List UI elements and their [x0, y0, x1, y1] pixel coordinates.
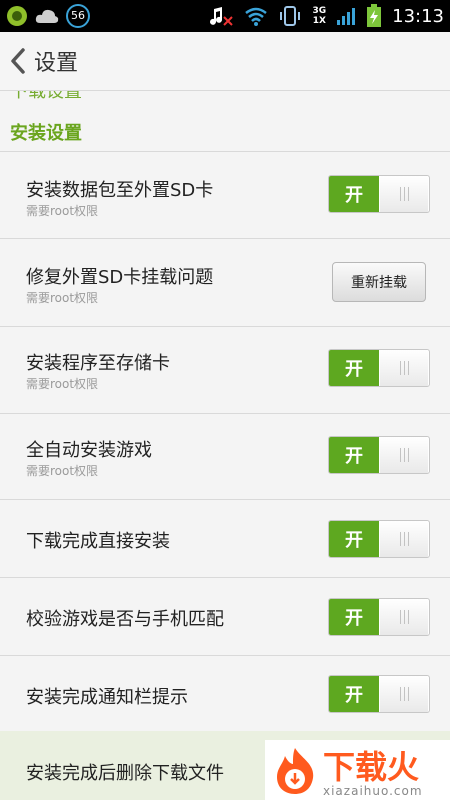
toggle-switch[interactable]: 开 [328, 175, 430, 213]
setting-label: 安装完成后删除下载文件 [26, 763, 224, 784]
setting-label: 安装完成通知栏提示 [26, 687, 188, 708]
status-bar: 56 3G 1X 13:13 [0, 0, 450, 32]
setting-sublabel: 需要root权限 [26, 464, 99, 478]
setting-sublabel: 需要root权限 [26, 204, 99, 218]
wifi-icon [245, 7, 268, 26]
title-bar: 设置 [0, 32, 450, 91]
watermark-brand: 下载火 [323, 748, 420, 786]
toggle-on-label: 开 [329, 350, 379, 386]
network-indicator: 3G 1X [312, 6, 327, 26]
setting-label: 校验游戏是否与手机匹配 [26, 609, 224, 630]
watermark-url: xiazaihuo.com [323, 784, 423, 798]
setting-label: 修复外置SD卡挂载问题 [26, 267, 214, 288]
setting-label: 安装程序至存储卡 [26, 353, 170, 374]
toggle-on-label: 开 [329, 676, 379, 712]
setting-label: 下载完成直接安装 [26, 531, 170, 552]
toggle-switch[interactable]: 开 [328, 436, 430, 474]
toggle-knob [380, 437, 428, 473]
setting-label: 安装数据包至外置SD卡 [26, 180, 214, 201]
section-header-download: 下载设置 [10, 91, 82, 102]
setting-label: 全自动安装游戏 [26, 440, 152, 461]
notification-badge: 56 [66, 4, 90, 28]
toggle-switch[interactable]: 开 [328, 349, 430, 387]
flame-logo-icon [277, 748, 314, 794]
toggle-knob [380, 521, 428, 557]
app-notification-icon [7, 6, 27, 26]
setting-install-to-storage[interactable]: 安装程序至存储卡 需要root权限 开 [0, 327, 450, 413]
setting-fix-sd-mount[interactable]: 修复外置SD卡挂载问题 需要root权限 重新挂载 [0, 239, 450, 326]
toggle-knob [380, 350, 428, 386]
setting-verify-game-compat[interactable]: 校验游戏是否与手机匹配 开 [0, 578, 450, 655]
toggle-on-label: 开 [329, 437, 379, 473]
toggle-switch[interactable]: 开 [328, 520, 430, 558]
section-header-install: 安装设置 [10, 123, 82, 144]
battery-charging-icon [367, 4, 382, 27]
setting-install-notification[interactable]: 安装完成通知栏提示 开 [0, 656, 450, 731]
setting-install-data-to-sd[interactable]: 安装数据包至外置SD卡 需要root权限 开 [0, 152, 450, 238]
toggle-knob [380, 176, 428, 212]
setting-sublabel: 需要root权限 [26, 377, 99, 391]
status-time: 13:13 [392, 5, 444, 27]
toggle-knob [380, 599, 428, 635]
signal-icon [337, 8, 356, 25]
setting-sublabel: 需要root权限 [26, 291, 99, 305]
toggle-on-label: 开 [329, 599, 379, 635]
toggle-knob [380, 676, 428, 712]
cloud-icon [35, 9, 59, 23]
setting-install-after-download[interactable]: 下载完成直接安装 开 [0, 500, 450, 577]
toggle-on-label: 开 [329, 176, 379, 212]
watermark: 下载火 xiazaihuo.com [265, 740, 450, 800]
settings-list[interactable]: 下载设置 安装设置 安装数据包至外置SD卡 需要root权限 开 修复外置SD卡… [0, 91, 450, 800]
remount-button[interactable]: 重新挂载 [332, 262, 426, 302]
toggle-switch[interactable]: 开 [328, 675, 430, 713]
vibrate-icon [280, 6, 301, 26]
setting-auto-install-games[interactable]: 全自动安装游戏 需要root权限 开 [0, 414, 450, 499]
toggle-switch[interactable]: 开 [328, 598, 430, 636]
back-arrow-icon[interactable] [8, 47, 28, 75]
page-title: 设置 [34, 51, 79, 76]
music-muted-icon [210, 7, 234, 26]
toggle-on-label: 开 [329, 521, 379, 557]
